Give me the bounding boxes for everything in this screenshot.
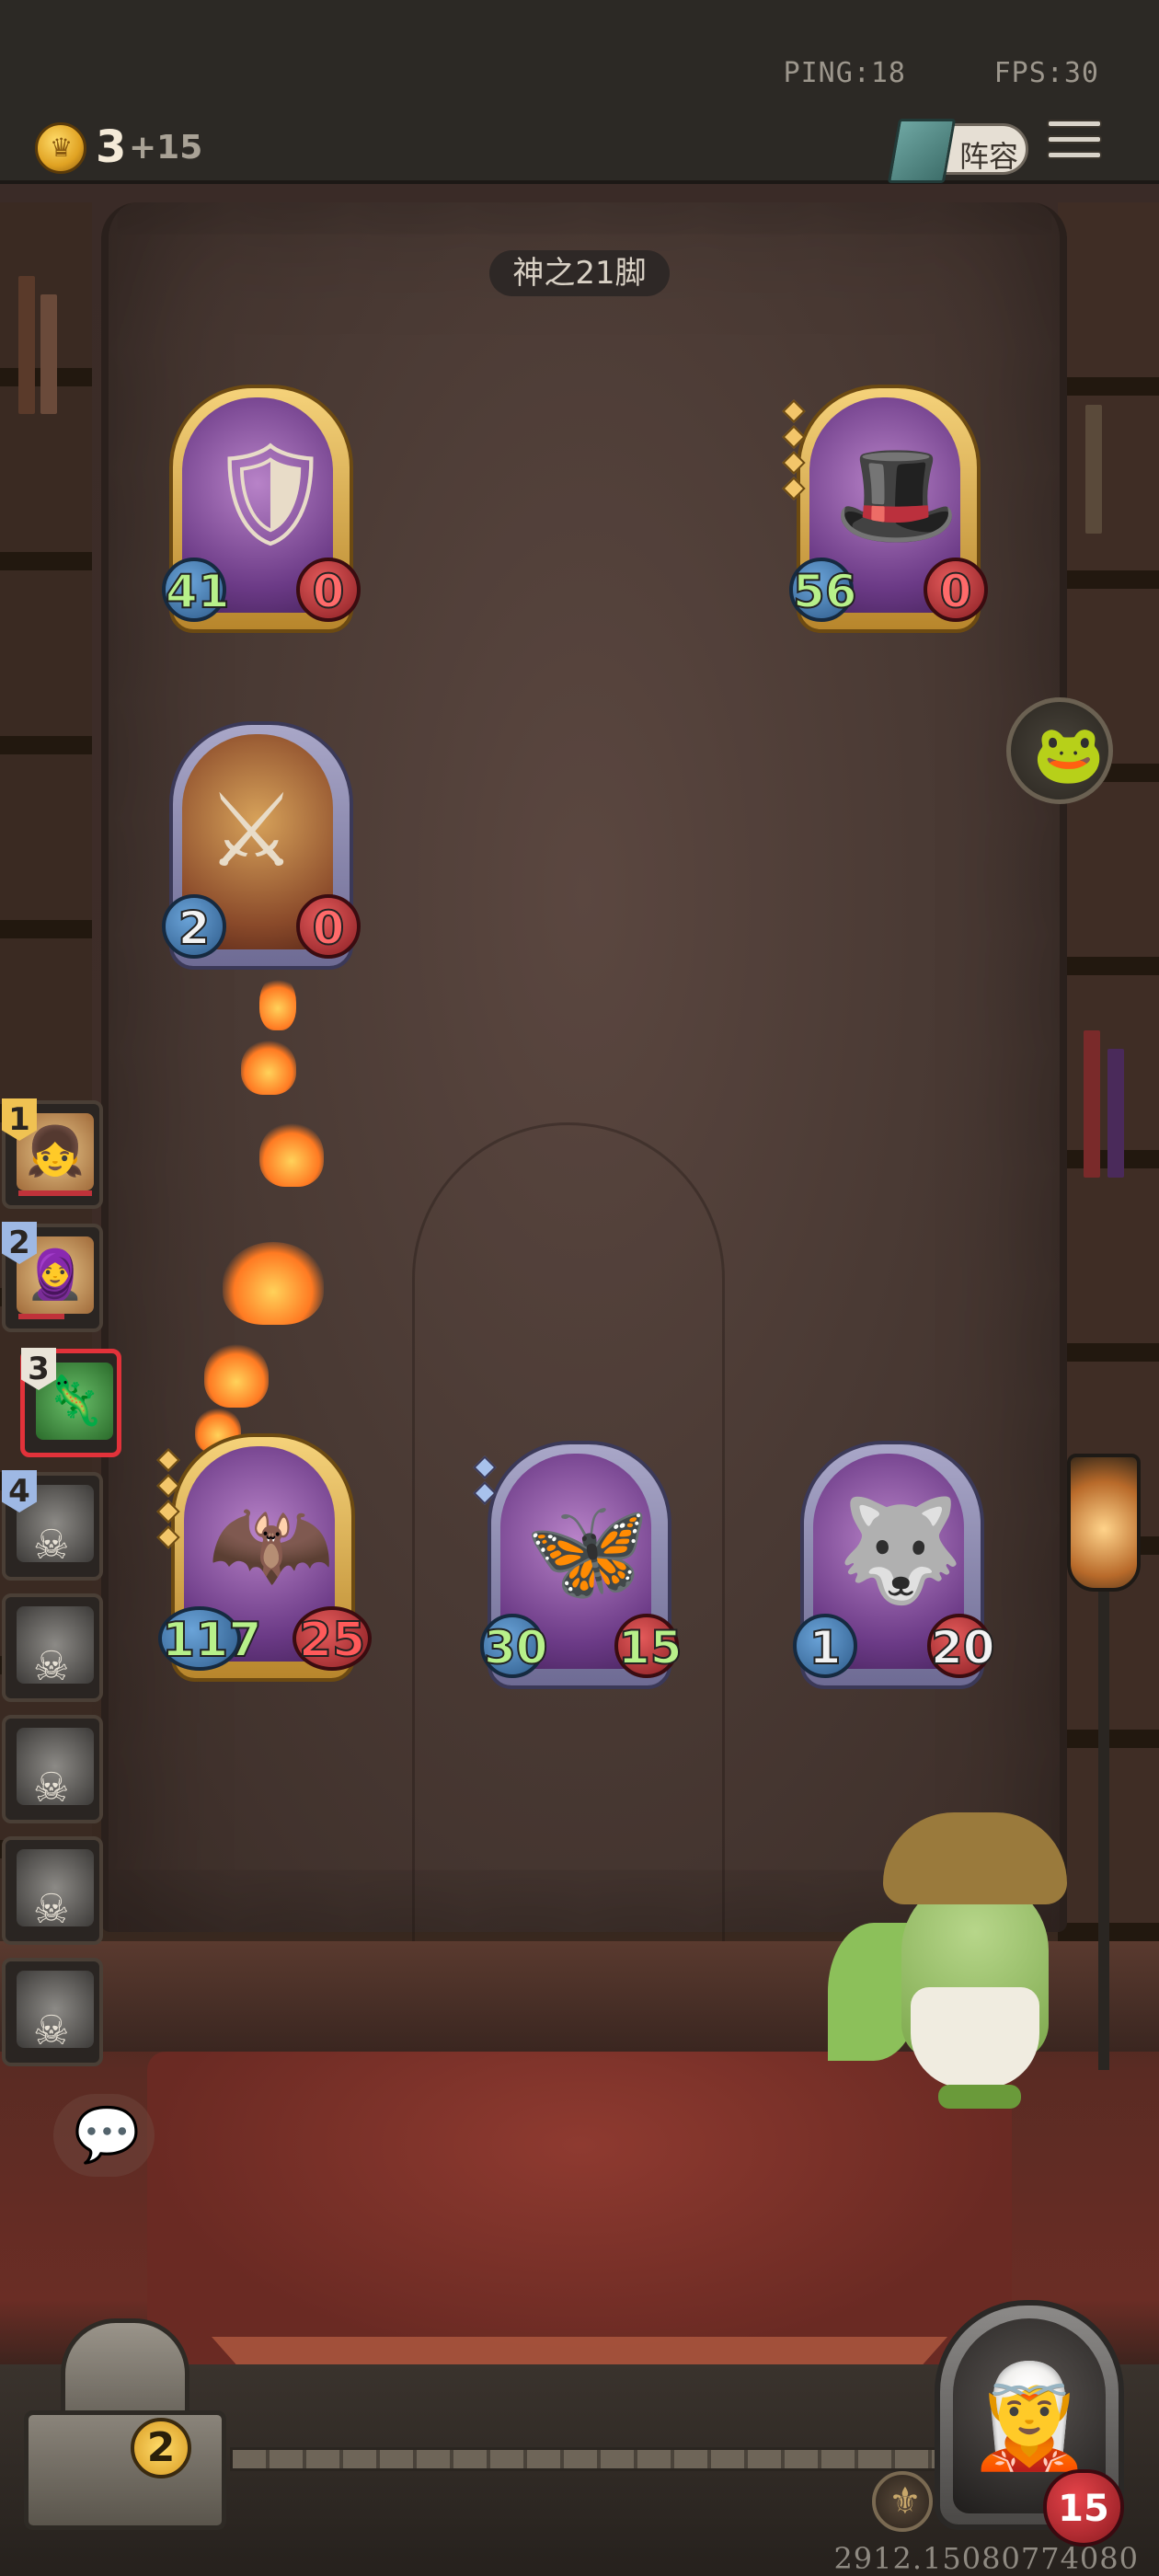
moth-portrait: 🦋 (524, 1491, 650, 1609)
player-card-shadow-beast[interactable]: 🐺 1 20 (793, 1441, 996, 1689)
roster-player-5[interactable]: ☠ (2, 1593, 103, 1702)
hero-hat (883, 1812, 1067, 1904)
gold-amount: 3 (96, 121, 127, 173)
lineup-label: 阵容 (959, 139, 1019, 174)
round-title: 神之21脚 (489, 250, 670, 296)
book-decor (18, 276, 35, 414)
lamp-pole (1098, 1592, 1109, 2070)
player-card-bat[interactable]: 🦇 117 25 (156, 1433, 372, 1682)
hp-bar (18, 1314, 64, 1319)
bat-portrait: 🦇 (208, 1484, 334, 1602)
plague-doctor-portrait: 🎩 (833, 435, 959, 553)
chat-button[interactable]: 💬 (53, 2094, 155, 2177)
hero-feet (938, 2085, 1021, 2109)
tier-pips (782, 399, 806, 506)
menu-icon[interactable] (1047, 120, 1102, 171)
player-card-moth[interactable]: 🦋 30 15 (473, 1441, 683, 1689)
lineup-button[interactable]: 阵容 (887, 119, 1028, 183)
tier-pips (156, 1448, 180, 1555)
health-stat: 15 (614, 1614, 683, 1678)
book-decor (1085, 405, 1102, 534)
fps-readout: FPS:30 (993, 57, 1099, 89)
enemy-card-soldier[interactable]: ⚔ 2 0 (162, 721, 361, 970)
skull-icon: ☠ (33, 1765, 70, 1811)
attack-stat: 56 (789, 558, 858, 622)
knight-portrait: 🛡 (206, 435, 333, 553)
attack-stat: 1 (793, 1614, 857, 1678)
shadow-beast-portrait: 🐺 (837, 1491, 963, 1609)
enemy-card-knight[interactable]: 🛡 41 0 (162, 385, 361, 633)
tier-pips (473, 1455, 497, 1511)
skull-icon: ☠ (33, 1643, 70, 1690)
ping-readout: PING:18 (783, 57, 906, 89)
top-hud: PING:18 FPS:30 3 +15 阵容 (0, 0, 1159, 184)
roster-player-3[interactable]: 🦎 3 (20, 1348, 121, 1457)
skull-icon: ☠ (33, 1886, 70, 1933)
book-decor (1084, 1030, 1100, 1178)
roster-player-7[interactable]: ☠ (2, 1836, 103, 1945)
game-scene: PING:18 FPS:30 3 +15 阵容 神之21脚 🛡 41 0 🎩 5… (0, 0, 1159, 2576)
chat-bubble-icon: 💬 (74, 2103, 141, 2166)
coin-icon (35, 122, 86, 174)
attack-stat: 2 (162, 894, 226, 959)
fire-effect (259, 975, 296, 1030)
lineup-book-icon (887, 119, 957, 183)
fire-effect (259, 1122, 324, 1187)
health-stat: 25 (293, 1606, 372, 1671)
player-health: 15 (1043, 2469, 1124, 2547)
health-stat: 0 (924, 558, 988, 622)
skill-button[interactable]: ⚜ (872, 2471, 933, 2532)
health-stat: 20 (927, 1614, 996, 1678)
enemy-card-plague-doctor[interactable]: 🎩 56 0 (782, 385, 988, 633)
skull-icon: ☠ (33, 1522, 70, 1569)
frog-icon: 🐸 (1033, 720, 1105, 788)
chest-count: 2 (131, 2418, 191, 2478)
health-stat: 0 (296, 894, 361, 959)
book-decor (40, 294, 57, 414)
rail-decor (230, 2447, 947, 2471)
roster-player-4[interactable]: ☠ 4 (2, 1470, 103, 1581)
attack-stat: 117 (158, 1606, 263, 1671)
skill-icon: ⚜ (889, 2480, 922, 2523)
attack-stat: 30 (480, 1614, 549, 1678)
book-decor (1107, 1049, 1124, 1178)
frog-button[interactable]: 🐸 (1006, 697, 1113, 804)
hero-character[interactable] (828, 1812, 1067, 2125)
fire-effect (204, 1343, 269, 1408)
chest-body (24, 2410, 226, 2530)
roster-player-8[interactable]: ☠ (2, 1958, 103, 2066)
roster-player-1[interactable]: 👧 1 (2, 1098, 103, 1209)
roster-player-6[interactable]: ☠ (2, 1715, 103, 1823)
hero-dress (911, 1987, 1039, 2088)
attack-stat: 41 (162, 558, 231, 622)
street-lamp (1067, 1454, 1141, 2079)
version-string: 2912.15080774080 (833, 2541, 1139, 2576)
soldier-portrait: ⚔ (206, 772, 297, 890)
roster-player-2[interactable]: 🧕 2 (2, 1222, 103, 1332)
skull-icon: ☠ (33, 2007, 70, 2054)
fire-effect (223, 1242, 324, 1325)
fire-effect (241, 1040, 296, 1095)
hp-bar (18, 1190, 92, 1196)
health-stat: 0 (296, 558, 361, 622)
chest-lid (61, 2318, 189, 2420)
lamp-head (1067, 1454, 1141, 1592)
gold-income: +15 (129, 129, 203, 167)
chest-button[interactable]: 2 (15, 2318, 226, 2548)
